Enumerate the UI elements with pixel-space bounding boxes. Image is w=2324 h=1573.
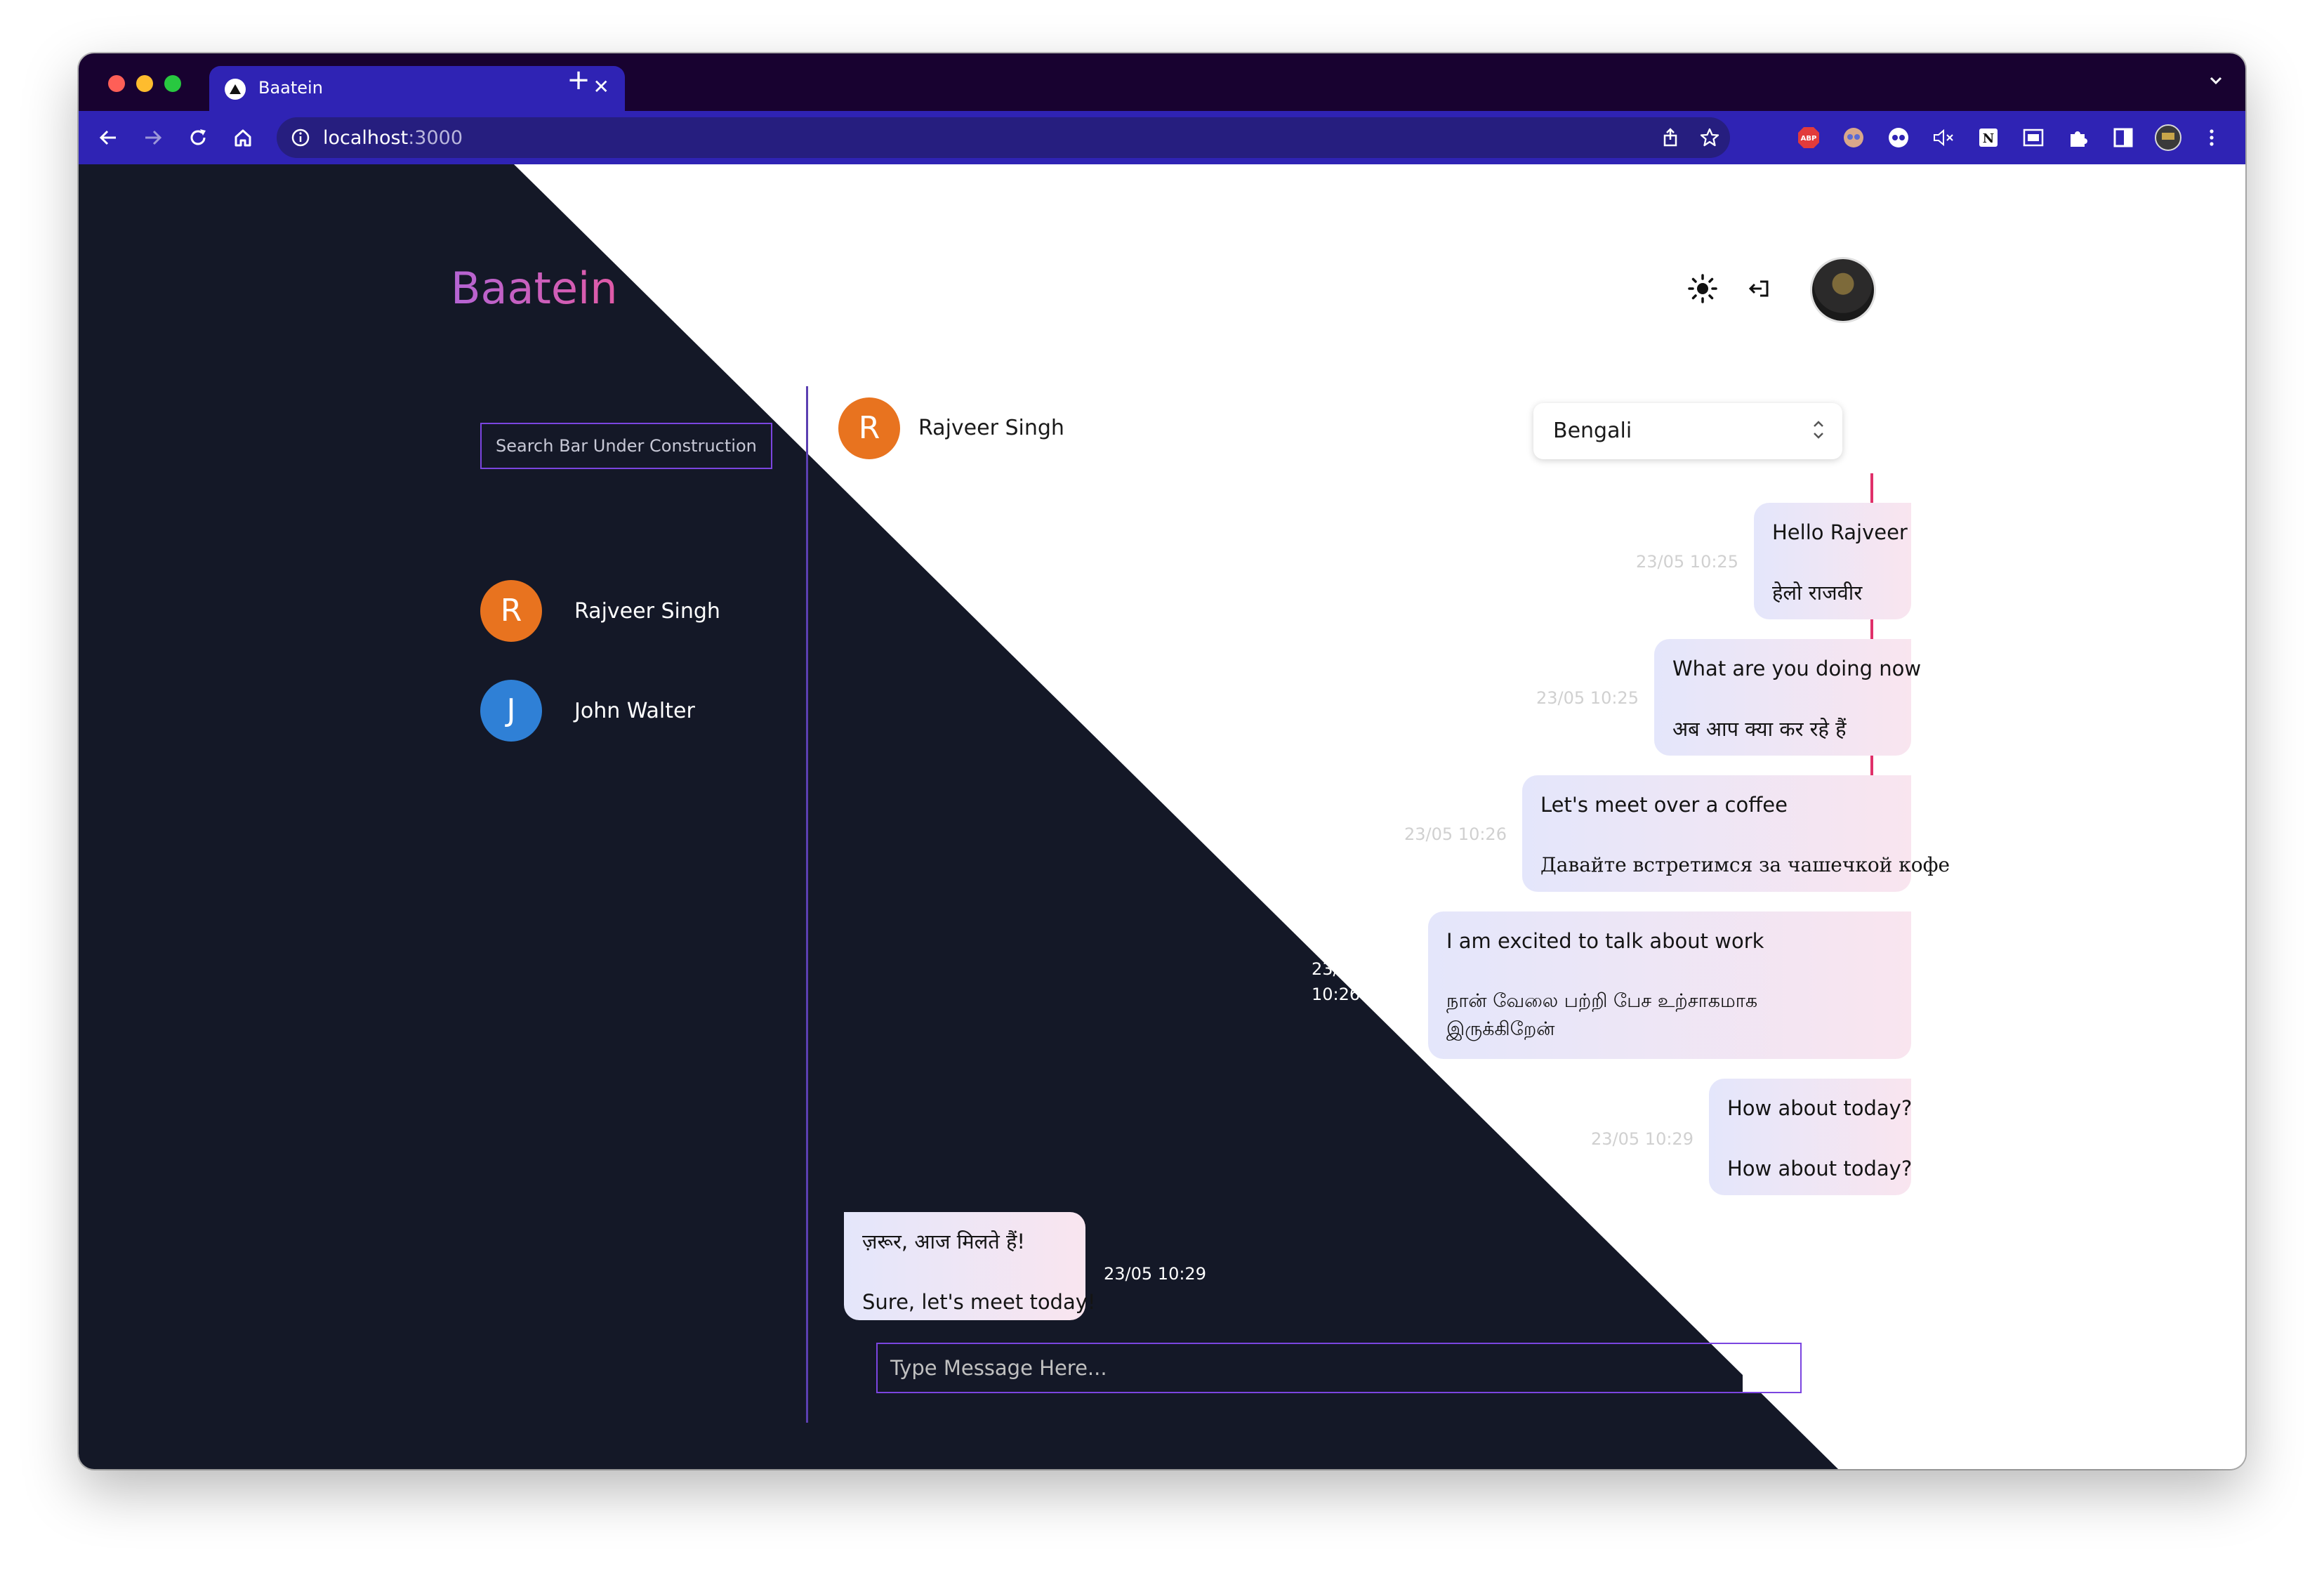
new-tab-button[interactable]: + — [565, 63, 593, 97]
message-text: Hello Rajveer — [1772, 520, 1908, 544]
share-icon[interactable] — [1660, 127, 1681, 151]
contact-name: Rajveer Singh — [574, 599, 720, 624]
message-timestamp-line1: 23/05 — [1312, 959, 1361, 979]
extension-eyes-icon[interactable] — [1886, 125, 1911, 150]
search-input[interactable]: Search Bar Under Construction — [480, 423, 772, 469]
browser-toolbar: localhost:3000 ABP N — [79, 111, 2245, 164]
message-bubble: Let's meet over a coffee Давайте встрети… — [1522, 775, 1950, 892]
maximize-window-button[interactable] — [164, 75, 181, 92]
notion-extension-icon[interactable]: N — [1976, 125, 2001, 150]
sidebar-divider — [806, 386, 808, 1423]
message-timestamp-line2: 10:26 — [1312, 985, 1361, 1004]
message-text: I am excited to talk about work — [1446, 929, 1764, 953]
message-translation: Давайте встретимся за чашечкой кофе — [1540, 853, 1950, 876]
contact-name: John Walter — [574, 699, 695, 723]
message-translation: Sure, let's meet today! — [862, 1290, 1096, 1314]
theme-toggle-sun-icon[interactable] — [1685, 271, 1720, 306]
svg-text:ABP: ABP — [1801, 135, 1817, 143]
browser-tab[interactable]: Baatein ✕ — [209, 66, 625, 111]
chat-header-name: Rajveer Singh — [918, 416, 1064, 440]
contact-avatar: R — [480, 580, 542, 642]
message-text: Let's meet over a coffee — [1540, 793, 1788, 817]
back-icon[interactable] — [95, 125, 121, 150]
address-bar[interactable]: localhost:3000 — [277, 117, 1730, 158]
message-bubble: Hello Rajveer हेलो राजवीर — [1754, 503, 1911, 619]
tab-close-icon[interactable]: ✕ — [593, 75, 609, 98]
extensions-puzzle-icon[interactable] — [2066, 125, 2091, 150]
message-timestamp: 23/05 10:25 — [1636, 552, 1738, 572]
adblock-extension-icon[interactable]: ABP — [1796, 125, 1821, 150]
bookmark-star-icon[interactable] — [1699, 127, 1720, 151]
tab-strip: Baatein ✕ + — [79, 53, 2245, 111]
url-text: localhost:3000 — [323, 127, 463, 149]
forward-icon[interactable] — [140, 125, 166, 150]
message-input[interactable]: Type Message Here... — [876, 1343, 1802, 1393]
contact-item-rajveer[interactable]: R Rajveer Singh — [480, 580, 775, 645]
message-timestamp: 23/05 10:29 — [1104, 1264, 1206, 1284]
select-chevron-icon — [1810, 416, 1827, 447]
message-translation-line2: இருக்கிறேன் — [1446, 1018, 1555, 1040]
message-translation: अब आप क्या कर रहे हैं — [1672, 717, 1847, 741]
tab-favicon-icon — [225, 79, 246, 100]
reload-icon[interactable] — [185, 125, 211, 150]
tab-search-chevron-icon[interactable] — [2207, 72, 2224, 91]
url-port: :3000 — [408, 127, 463, 149]
home-icon[interactable] — [230, 125, 256, 150]
browser-menu-icon[interactable] — [2199, 125, 2224, 150]
language-select[interactable]: Bengali — [1533, 403, 1842, 459]
message-bubble: What are you doing now अब आप क्या कर रहे… — [1654, 639, 1922, 756]
user-avatar[interactable] — [1810, 257, 1876, 323]
message-timestamp: 23/05 10:26 — [1312, 956, 1360, 1007]
picture-in-picture-icon[interactable] — [2021, 125, 2046, 150]
message-translation: How about today? — [1727, 1157, 1913, 1180]
app-page: Baatein Search Bar Under Construction R … — [79, 164, 2245, 1469]
svg-text:N: N — [1983, 131, 1994, 146]
message-translation: हेलो राजवीर — [1772, 581, 1863, 605]
message-text: What are you doing now — [1672, 657, 1922, 680]
chat-header-avatar: R — [838, 397, 900, 459]
browser-window: Baatein ✕ + localhost:3000 ABP N Baatein… — [79, 53, 2245, 1469]
app-logo: Baatein — [451, 263, 618, 314]
message-bubble-incoming: ज़रूर, आज मिलते हैं! Sure, let's meet to… — [844, 1212, 1096, 1320]
language-select-value: Bengali — [1553, 419, 1632, 443]
contact-item-john[interactable]: J John Walter — [480, 680, 775, 744]
mute-tab-icon[interactable] — [1931, 125, 1956, 150]
message-timestamp: 23/05 10:25 — [1536, 688, 1639, 708]
site-info-icon[interactable] — [291, 128, 310, 147]
contact-avatar: J — [480, 680, 542, 742]
side-panel-icon[interactable] — [2111, 125, 2136, 150]
minimize-window-button[interactable] — [136, 75, 153, 92]
message-text: How about today? — [1727, 1096, 1913, 1120]
profile-avatar-icon[interactable] — [2154, 124, 2182, 152]
url-host: localhost — [323, 127, 409, 149]
message-timestamp: 23/05 10:26 — [1404, 824, 1507, 844]
message-bubble: I am excited to talk about work நான் வேல… — [1428, 911, 1911, 1059]
message-timestamp: 23/05 10:29 — [1591, 1129, 1694, 1149]
message-translation-line1: நான் வேலை பற்றி பேச உற்சாகமாக — [1446, 990, 1758, 1012]
message-text: ज़रूर, आज मिलते हैं! — [862, 1230, 1026, 1253]
message-bubble: How about today? How about today? — [1709, 1079, 1913, 1195]
tab-title: Baatein — [258, 78, 323, 98]
close-window-button[interactable] — [108, 75, 125, 92]
logout-icon[interactable] — [1743, 271, 1778, 306]
extension-face-icon[interactable] — [1841, 125, 1866, 150]
